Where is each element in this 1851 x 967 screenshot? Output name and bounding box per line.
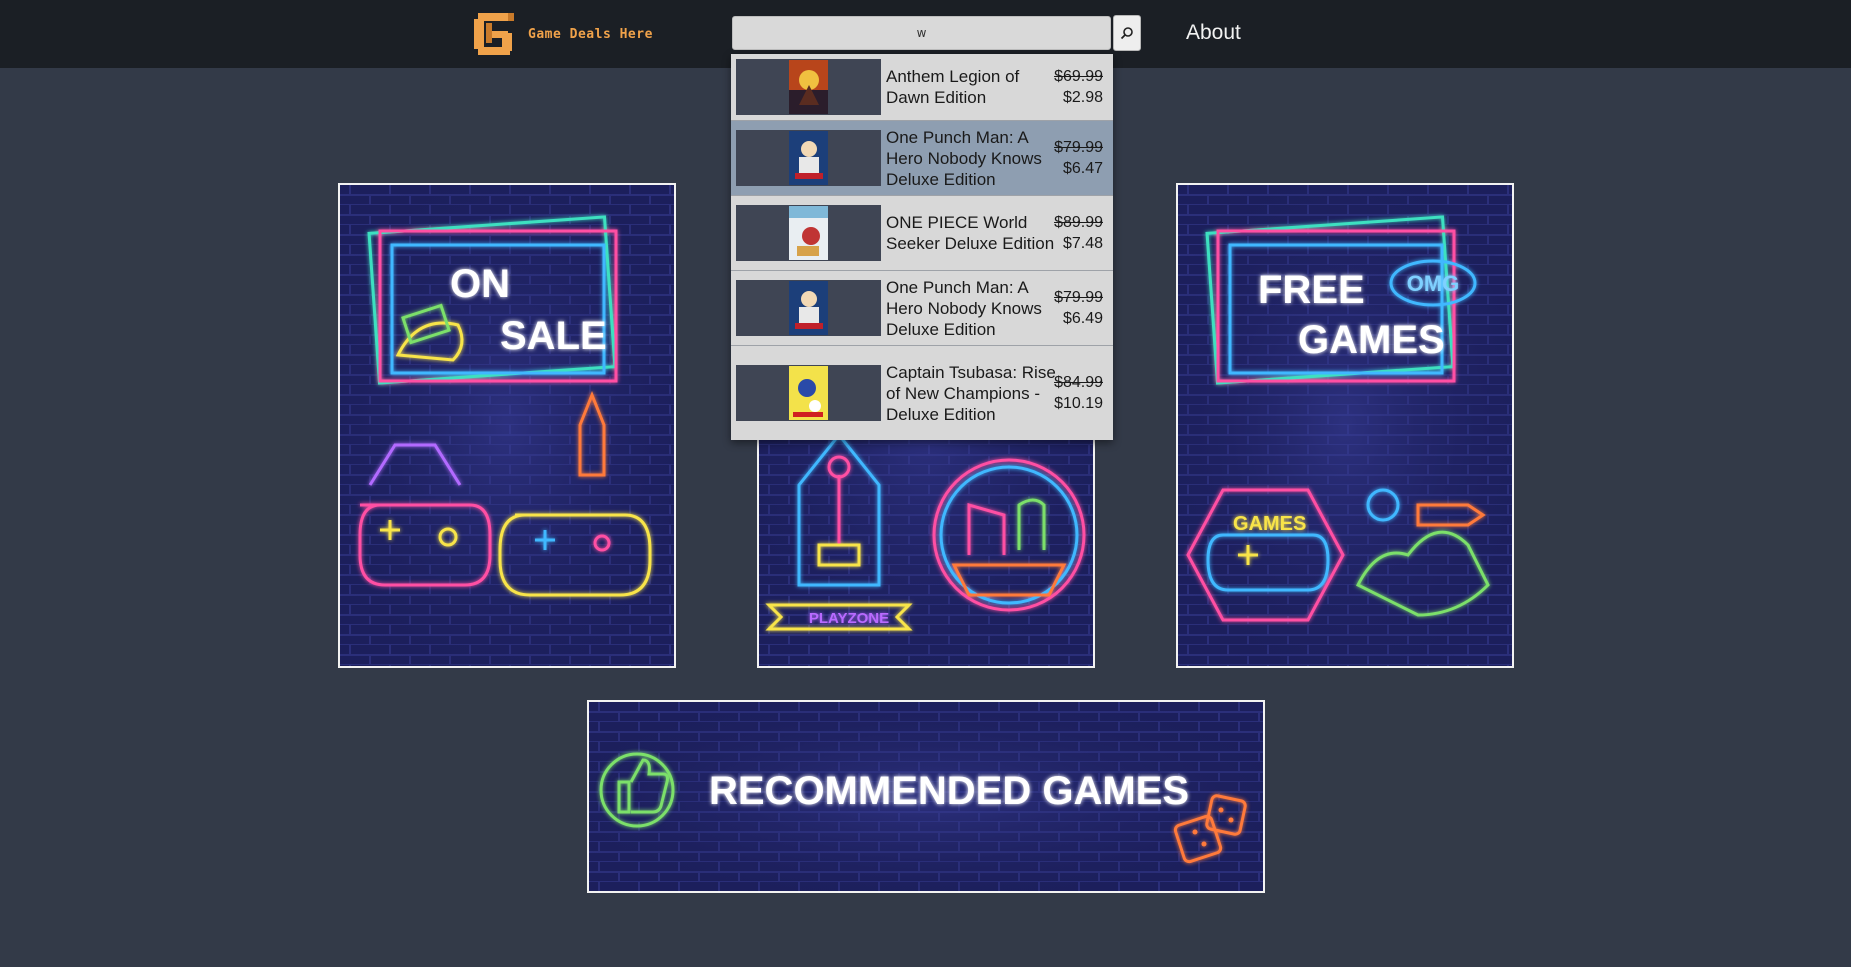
free-games-line1: FREE [1258, 268, 1365, 312]
original-price: $89.99 [1054, 214, 1103, 231]
game-thumbnail [736, 205, 881, 261]
sale-price: $7.48 [1062, 235, 1103, 252]
game-cover-art [789, 206, 828, 260]
game-title: One Punch Man: A Hero Nobody Knows Delux… [886, 127, 1042, 189]
recommended-label: RECOMMENDED GAMES [709, 769, 1189, 813]
sale-price: $10.19 [1054, 395, 1103, 412]
search-suggestions: Anthem Legion of Dawn Edition $69.99 $2.… [731, 54, 1113, 440]
original-price: $79.99 [1054, 139, 1103, 156]
original-price: $79.99 [1054, 289, 1103, 306]
game-thumbnail [736, 59, 881, 115]
site-logo[interactable]: Game Deals Here [474, 10, 653, 58]
free-games-banner[interactable]: FREE GAMES OMG GAMES [1176, 183, 1514, 668]
search-input[interactable] [732, 16, 1111, 50]
logo-g-icon [474, 13, 514, 55]
on-sale-banner[interactable]: ON SALE [338, 183, 676, 668]
game-cover-art [789, 281, 828, 335]
original-price: $84.99 [1054, 374, 1103, 391]
game-title: Anthem Legion of Dawn Edition [886, 67, 1020, 107]
free-games-line2: GAMES [1298, 318, 1445, 362]
game-prices: $79.99 $6.47 [1054, 137, 1103, 179]
game-cover-art [789, 366, 828, 420]
sale-price: $6.49 [1062, 310, 1103, 327]
game-cover-art [789, 60, 828, 114]
suggestion-item[interactable]: ONE PIECE World Seeker Deluxe Edition $8… [731, 196, 1113, 271]
original-price: $69.99 [1054, 68, 1103, 85]
logo-text: Game Deals Here [528, 26, 653, 42]
suggestion-item[interactable]: Anthem Legion of Dawn Edition $69.99 $2.… [731, 54, 1113, 121]
suggestion-item[interactable]: Captain Tsubasa: Rise of New Champions -… [731, 346, 1113, 440]
game-prices: $84.99 $10.19 [1054, 372, 1103, 414]
suggestion-item[interactable]: One Punch Man: A Hero Nobody Knows Delux… [731, 121, 1113, 196]
game-prices: $89.99 $7.48 [1054, 212, 1103, 254]
recommended-games-banner[interactable]: RECOMMENDED GAMES [587, 700, 1265, 893]
game-cover-art [789, 131, 828, 185]
game-prices: $79.99 $6.49 [1054, 287, 1103, 329]
games-pad-label: GAMES [1233, 513, 1306, 535]
game-title: ONE PIECE World Seeker Deluxe Edition [886, 213, 1055, 253]
game-thumbnail [736, 130, 881, 186]
game-title: Captain Tsubasa: Rise of New Champions -… [886, 362, 1056, 424]
game-title: One Punch Man: A Hero Nobody Knows Delux… [886, 277, 1042, 339]
search-icon [1120, 27, 1133, 40]
omg-badge: OMG [1407, 271, 1460, 296]
search-button[interactable] [1113, 15, 1141, 51]
sale-price: $2.98 [1062, 89, 1103, 106]
on-sale-line2: SALE [500, 314, 607, 358]
suggestion-item[interactable]: One Punch Man: A Hero Nobody Knows Delux… [731, 271, 1113, 346]
game-thumbnail [736, 365, 881, 421]
nav-about-link[interactable]: About [1186, 21, 1241, 45]
sale-price: $6.47 [1062, 160, 1103, 177]
playzone-label: PLAYZONE [809, 610, 889, 627]
game-prices: $69.99 $2.98 [1054, 66, 1103, 108]
game-thumbnail [736, 280, 881, 336]
on-sale-line1: ON [450, 262, 510, 306]
